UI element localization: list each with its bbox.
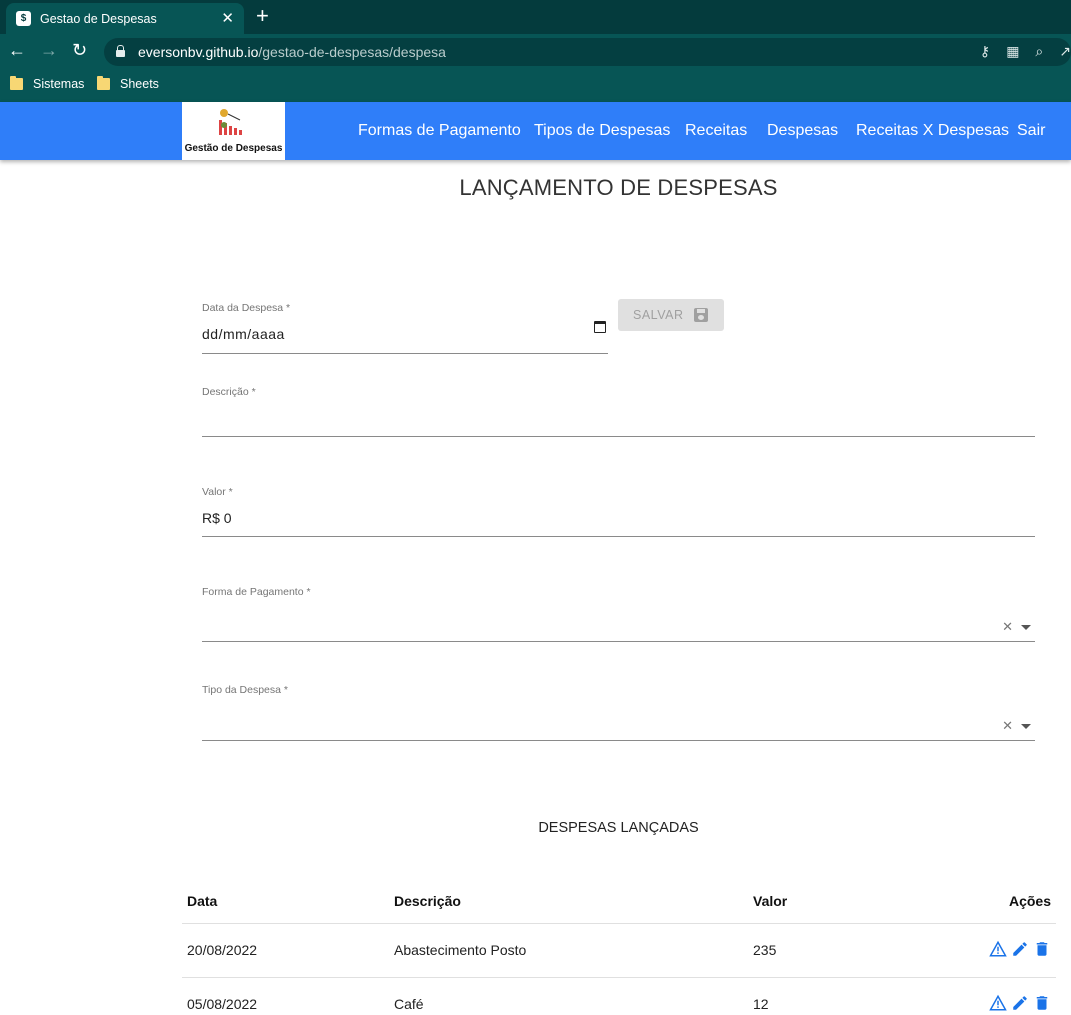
warning-icon[interactable] bbox=[989, 994, 1007, 1012]
date-label: Data da Despesa * bbox=[202, 302, 291, 314]
key-icon[interactable]: ⚷ bbox=[980, 43, 990, 60]
share-icon[interactable]: ↗ bbox=[1059, 43, 1071, 60]
nav-tipos-despesas[interactable]: Tipos de Despesas bbox=[534, 122, 670, 140]
delete-icon[interactable] bbox=[1033, 994, 1051, 1012]
column-header: Ações bbox=[948, 880, 1056, 924]
browser-toolbar: ← → ↻ eversonbv.github.io/gestao-de-desp… bbox=[0, 34, 1071, 70]
column-header[interactable]: Valor bbox=[748, 880, 948, 924]
translate-icon[interactable]: ▦ bbox=[1006, 43, 1019, 60]
edit-icon[interactable] bbox=[1011, 940, 1029, 958]
browser-tabstrip: $ Gestao de Despesas ✕ + bbox=[0, 0, 1071, 34]
delete-icon[interactable] bbox=[1033, 940, 1051, 958]
cell-date: 05/08/2022 bbox=[182, 977, 389, 1015]
column-header[interactable]: Data bbox=[182, 880, 389, 924]
table-row: 05/08/2022 Café 12 bbox=[182, 977, 1056, 1015]
cell-actions bbox=[948, 923, 1056, 978]
expenses-table: Data Descrição Valor Ações 20/08/2022 Ab… bbox=[182, 880, 1056, 1015]
save-icon bbox=[694, 308, 708, 322]
calendar-icon[interactable] bbox=[594, 321, 606, 333]
expense-type-select[interactable]: Tipo da Despesa * ✕ bbox=[202, 684, 1035, 741]
forward-icon[interactable]: → bbox=[40, 40, 58, 61]
tab-title: Gestao de Despesas bbox=[40, 11, 157, 26]
back-icon[interactable]: ← bbox=[8, 40, 26, 61]
folder-icon bbox=[97, 76, 110, 90]
chevron-down-icon[interactable] bbox=[1021, 625, 1031, 630]
warning-icon[interactable] bbox=[989, 940, 1007, 958]
table-header-row: Data Descrição Valor Ações bbox=[182, 880, 1056, 924]
zoom-icon[interactable]: ⌕ bbox=[1035, 43, 1043, 60]
new-tab-icon[interactable]: + bbox=[256, 4, 269, 28]
value-label: Valor * bbox=[202, 486, 233, 498]
table-row: 20/08/2022 Abastecimento Posto 235 bbox=[182, 923, 1056, 978]
bookmark-sistemas[interactable]: Sistemas bbox=[10, 76, 84, 91]
url-text: eversonbv.github.io/gestao-de-despesas/d… bbox=[138, 44, 446, 60]
logo-text: Gestão de Despesas bbox=[184, 143, 283, 154]
nav-formas-pagamento[interactable]: Formas de Pagamento bbox=[358, 122, 521, 140]
lock-icon[interactable] bbox=[116, 45, 125, 57]
clear-icon[interactable]: ✕ bbox=[1002, 619, 1013, 635]
description-label: Descrição * bbox=[202, 386, 256, 398]
logo-chart-icon bbox=[219, 109, 242, 135]
address-bar[interactable]: eversonbv.github.io/gestao-de-despesas/d… bbox=[104, 38, 1071, 66]
folder-icon bbox=[10, 76, 23, 90]
date-input[interactable]: dd/mm/aaaa bbox=[202, 326, 285, 342]
logo[interactable]: Gestão de Despesas bbox=[182, 102, 285, 160]
clear-icon[interactable]: ✕ bbox=[1002, 718, 1013, 734]
section-title: DESPESAS LANÇADAS bbox=[538, 820, 699, 836]
nav-receitas[interactable]: Receitas bbox=[685, 122, 747, 140]
cell-actions bbox=[948, 977, 1056, 1015]
cell-value: 12 bbox=[748, 977, 948, 1015]
value-input[interactable]: R$ 0 bbox=[202, 510, 232, 526]
value-field[interactable]: Valor * R$ 0 bbox=[202, 486, 1035, 538]
reload-icon[interactable]: ↻ bbox=[72, 40, 87, 61]
column-header[interactable]: Descrição bbox=[389, 880, 748, 924]
save-button[interactable]: SALVAR bbox=[618, 299, 724, 331]
cell-date: 20/08/2022 bbox=[182, 923, 389, 978]
date-field[interactable]: Data da Despesa * dd/mm/aaaa bbox=[202, 302, 608, 354]
nav-despesas[interactable]: Despesas bbox=[767, 122, 838, 140]
expense-type-label: Tipo da Despesa * bbox=[202, 684, 288, 696]
bookmarks-bar: Sistemas Sheets bbox=[0, 70, 1071, 102]
payment-method-label: Forma de Pagamento * bbox=[202, 586, 311, 598]
chevron-down-icon[interactable] bbox=[1021, 724, 1031, 729]
close-icon[interactable]: ✕ bbox=[221, 9, 234, 27]
page-title: LANÇAMENTO DE DESPESAS bbox=[459, 175, 778, 200]
browser-tab[interactable]: $ Gestao de Despesas ✕ bbox=[6, 3, 244, 34]
nav-receitas-x-despesas[interactable]: Receitas X Despesas bbox=[856, 122, 1009, 140]
cell-value: 235 bbox=[748, 923, 948, 978]
app-navbar: Gestão de Despesas Formas de Pagamento T… bbox=[0, 102, 1071, 160]
payment-method-select[interactable]: Forma de Pagamento * ✕ bbox=[202, 586, 1035, 642]
bookmark-sheets[interactable]: Sheets bbox=[97, 76, 159, 91]
nav-sair[interactable]: Sair bbox=[1017, 122, 1045, 140]
cell-description: Café bbox=[389, 977, 748, 1015]
description-field[interactable]: Descrição * bbox=[202, 386, 1035, 438]
cell-description: Abastecimento Posto bbox=[389, 923, 748, 978]
edit-icon[interactable] bbox=[1011, 994, 1029, 1012]
dollar-favicon-icon: $ bbox=[16, 11, 31, 26]
